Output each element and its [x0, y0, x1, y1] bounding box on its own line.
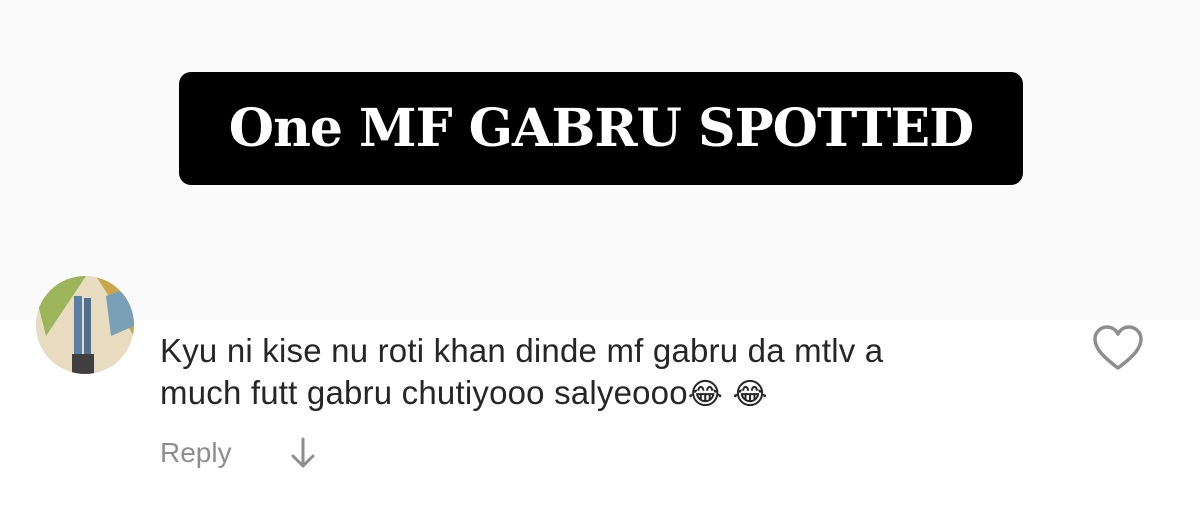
comment-line-1: Kyu ni kise nu roti khan dinde mf gabru … [160, 332, 884, 369]
comment-body: Kyu ni kise nu roti khan dinde mf gabru … [160, 330, 1060, 416]
screen: One MF GABRU SPOTTED Kyu ni kise nu roti… [0, 0, 1200, 518]
comment-item: Kyu ni kise nu roti khan dinde mf gabru … [0, 276, 1200, 518]
laughing-emoji-icon: 😂 [687, 377, 724, 412]
post-caption: One MF GABRU SPOTTED [228, 97, 974, 159]
comment-actions: Reply [160, 433, 318, 473]
like-button[interactable] [1092, 324, 1144, 372]
heart-outline-icon [1093, 325, 1143, 370]
laughing-emoji-icon: 😂 [732, 377, 768, 412]
reply-button[interactable]: Reply [160, 437, 232, 469]
translate-button[interactable] [288, 435, 318, 471]
post-media: One MF GABRU SPOTTED [0, 0, 1200, 320]
arrow-down-icon [291, 437, 315, 468]
caption-box: One MF GABRU SPOTTED [179, 72, 1023, 185]
avatar[interactable] [36, 276, 134, 374]
comment-line-2-text: much futt gabru chutiyooo salyeooo [160, 374, 688, 411]
comment-line-2: much futt gabru chutiyooo salyeooo😂 😂 [160, 372, 1060, 416]
avatar-image [36, 276, 134, 374]
